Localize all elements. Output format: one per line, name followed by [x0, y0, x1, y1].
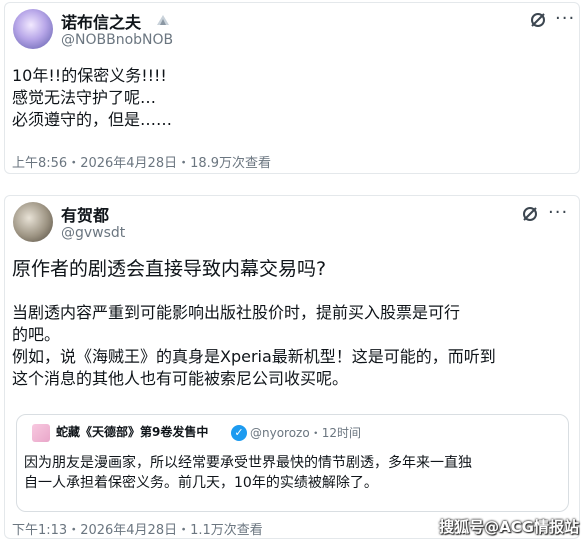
display-name[interactable]: 诺布信之夫 [61, 9, 141, 33]
handle[interactable]: @NOBBnobNOB [61, 32, 173, 48]
grok-icon[interactable] [529, 11, 547, 29]
avatar[interactable] [13, 9, 53, 49]
tweet-meta[interactable]: 上午8:56・2026年4月28日・18.9万次查看 [12, 152, 271, 171]
quote-author[interactable]: 蛇藏《天德部》第9卷发售中 [56, 423, 208, 440]
handle[interactable]: @gvwsdt [61, 225, 125, 241]
tweet-line-2: 感觉无法守护了呢… [12, 88, 157, 107]
tweet-line-3: 必须遵守的，但是…… [12, 110, 173, 129]
quote-line-1: 因为朋友是漫画家，所以经常要承受世界最快的情节剧透，多年来一直独 [24, 455, 472, 471]
tweet-card-1[interactable]: 诺布信之夫 @NOBBnobNOB ··· 10年!!的保密义务!!!! 感觉无… [4, 2, 580, 174]
tweet-line-4: 这个消息的其他人也有可能被索尼公司收买呢。 [12, 369, 349, 388]
tweet-line-2: 的吧。 [12, 325, 61, 344]
more-options-icon[interactable]: ··· [555, 10, 575, 28]
tweet-meta[interactable]: 下午1:13・2026年4月28日・1.1万次查看 [12, 519, 263, 538]
tweet-line-3: 例如，说《海贼王》的真身是Xperia最新机型！这是可能的，而听到 [12, 347, 496, 366]
verified-badge-icon: ✓ [231, 425, 247, 441]
quote-handle[interactable]: @nyorozo・12时间 [250, 424, 361, 441]
tweet-headline: 原作者的剧透会直接导致内幕交易吗? [12, 258, 327, 280]
badge-icon [155, 12, 171, 26]
watermark: 搜狐号@ACG情报站 [439, 518, 579, 536]
quote-tweet[interactable]: 蛇藏《天德部》第9卷发售中 ✓ @nyorozo・12时间 因为朋友是漫画家，所… [16, 414, 569, 512]
tweet-line-1: 当剧透内容严重到可能影响出版社股价时，提前买入股票是可行 [12, 303, 461, 322]
avatar[interactable] [13, 202, 53, 242]
more-options-icon[interactable]: ··· [548, 204, 568, 222]
quote-line-2: 自一人承担着保密义务。前几天，10年的实绩被解除了。 [24, 475, 378, 491]
tweet-card-2[interactable]: 有贺都 @gvwsdt ··· 原作者的剧透会直接导致内幕交易吗? 当剧透内容严… [4, 195, 580, 539]
display-name[interactable]: 有贺都 [61, 202, 109, 226]
grok-icon[interactable] [521, 205, 539, 223]
tweet-line-1: 10年!!的保密义务!!!! [12, 66, 167, 85]
quote-avatar[interactable] [32, 424, 50, 442]
